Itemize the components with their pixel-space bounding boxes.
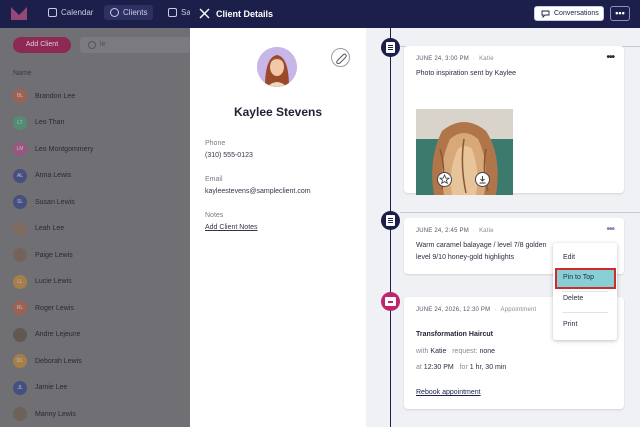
menu-divider <box>562 291 608 292</box>
client-list-name: Paige Lewis <box>35 251 73 259</box>
client-list-row[interactable]: LL Lucie Lewis <box>13 274 72 289</box>
client-avatar-small <box>13 327 27 342</box>
menu-edit[interactable]: Edit <box>563 254 575 261</box>
client-list-name: Anna Lewis <box>35 172 72 179</box>
client-list-row[interactable]: LM Leo Montgommery <box>13 142 93 156</box>
email-value[interactable]: kayleestevens@sampleclient.com <box>205 188 311 195</box>
note-meta: JUNE 24, 3:00 PM · Katie <box>416 56 494 62</box>
client-list-row[interactable]: Paige Lewis <box>13 248 73 262</box>
conversations-button[interactable]: Conversations <box>534 6 604 21</box>
hair-inspiration-photo[interactable] <box>416 109 513 195</box>
paperclip-icon <box>336 53 347 64</box>
client-list-row[interactable]: LT Leo Than <box>13 115 65 130</box>
client-search-input[interactable]: le <box>80 37 190 53</box>
client-list-row[interactable]: SL Susan Lewis <box>13 195 75 209</box>
tag-icon <box>168 8 177 17</box>
client-list-name: Susan Lewis <box>35 198 75 206</box>
note-menu-button[interactable]: ••• <box>606 52 614 63</box>
client-avatar-small <box>13 407 27 421</box>
appointment-title: Transformation Haircut <box>416 331 494 338</box>
note-icon <box>381 38 400 57</box>
timeline-note-card: JUNE 24, 3:00 PM · Katie ••• Photo inspira… <box>404 46 624 195</box>
client-avatar <box>257 47 297 87</box>
nav-sales[interactable]: Sal <box>168 8 193 17</box>
appointment-meta: JUNE 24, 2026, 12:30 PM · Appointment <box>416 307 537 313</box>
client-list-name: Leo Montgommery <box>35 145 94 153</box>
client-list-row[interactable]: AL Anna Lewis <box>13 168 72 183</box>
client-list-name: Lucie Lewis <box>35 278 72 285</box>
note-menu-button[interactable]: ••• <box>606 224 614 235</box>
client-list-name: Manny Lewis <box>35 410 76 418</box>
phone-label: Phone <box>205 140 226 147</box>
client-list-row[interactable]: Andre Lejeune <box>13 327 81 342</box>
client-avatar-small <box>13 221 27 236</box>
client-avatar-small: LT <box>13 115 27 130</box>
client-avatar-small: LL <box>13 274 27 289</box>
client-avatar-small: SL <box>13 195 27 209</box>
client-name: Kaylee Stevens <box>233 105 323 119</box>
appointment-with: with Katie request: none <box>416 348 496 355</box>
note-icon <box>381 211 400 230</box>
star-icon <box>438 173 451 185</box>
appointment-icon <box>381 292 400 311</box>
client-list-name: Deborah Lewis <box>35 357 82 365</box>
rebook-appointment-link[interactable]: Rebook appointment <box>416 389 481 396</box>
add-client-button[interactable]: Add Client <box>13 37 71 53</box>
menu-delete[interactable]: Delete <box>563 295 583 302</box>
name-column-header[interactable]: Name <box>13 70 32 77</box>
timeline-separator <box>400 212 640 213</box>
notes-label: Notes <box>205 212 224 219</box>
client-avatar-small: JL <box>13 380 27 395</box>
menu-divider <box>562 312 608 313</box>
chat-icon <box>541 10 550 18</box>
client-avatar-small: RL <box>13 301 27 315</box>
calendar-icon <box>48 8 57 17</box>
app-logo-icon <box>11 7 27 20</box>
phone-value[interactable]: (310) 555-0123 <box>205 152 253 159</box>
client-list-name: Andre Lejeune <box>35 331 81 338</box>
client-list-row[interactable]: BL Brandon Lee <box>13 89 75 103</box>
menu-pin-to-top-label[interactable]: Pin to Top <box>563 274 594 281</box>
menu-print[interactable]: Print <box>563 321 577 328</box>
nav-calendar[interactable]: Calendar <box>48 8 93 17</box>
client-list-row[interactable]: RL Roger Lewis <box>13 301 74 315</box>
client-avatar-small: DL <box>13 354 27 368</box>
client-avatar-small: AL <box>13 168 27 183</box>
client-list-row[interactable]: Manny Lewis <box>13 407 76 421</box>
client-avatar-small <box>13 248 27 262</box>
modal-title: Client Details <box>216 9 274 19</box>
clients-icon <box>110 8 119 17</box>
email-label: Email <box>205 176 223 183</box>
client-list-name: Roger Lewis <box>35 304 74 312</box>
client-list-name: Leah Lee <box>35 225 65 232</box>
client-list-name: Leo Than <box>35 119 65 126</box>
client-avatar-small: LM <box>13 142 27 156</box>
nav-clients[interactable]: Clients <box>104 5 154 20</box>
download-photo-button[interactable] <box>475 172 490 187</box>
edit-client-button[interactable] <box>331 48 350 67</box>
more-options-button[interactable]: ••• <box>610 6 630 21</box>
client-list-row[interactable]: DL Deborah Lewis <box>13 354 82 368</box>
client-list-row[interactable]: Leah Lee <box>13 221 65 236</box>
favorite-photo-button[interactable] <box>437 172 452 187</box>
close-icon[interactable] <box>199 8 210 19</box>
appointment-time: at 12:30 PM for 1 hr, 30 min <box>416 364 507 371</box>
client-list-name: Jamie Lee <box>35 384 68 391</box>
client-list-row[interactable]: JL Jamie Lee <box>13 380 68 395</box>
note-text-line2: level 9/10 honey-gold highlights <box>416 254 515 261</box>
client-list-name: Brandon Lee <box>35 92 76 100</box>
note-text: Photo inspiration sent by Kaylee <box>416 70 517 77</box>
note-text-line1: Warm caramel balayage / level 7/8 golden <box>416 242 547 249</box>
client-avatar-small: BL <box>13 89 27 103</box>
download-icon <box>479 176 486 184</box>
add-client-notes-link[interactable]: Add Client Notes <box>205 224 258 231</box>
note-meta: JUNE 24, 2:45 PM · Katie <box>416 228 494 234</box>
